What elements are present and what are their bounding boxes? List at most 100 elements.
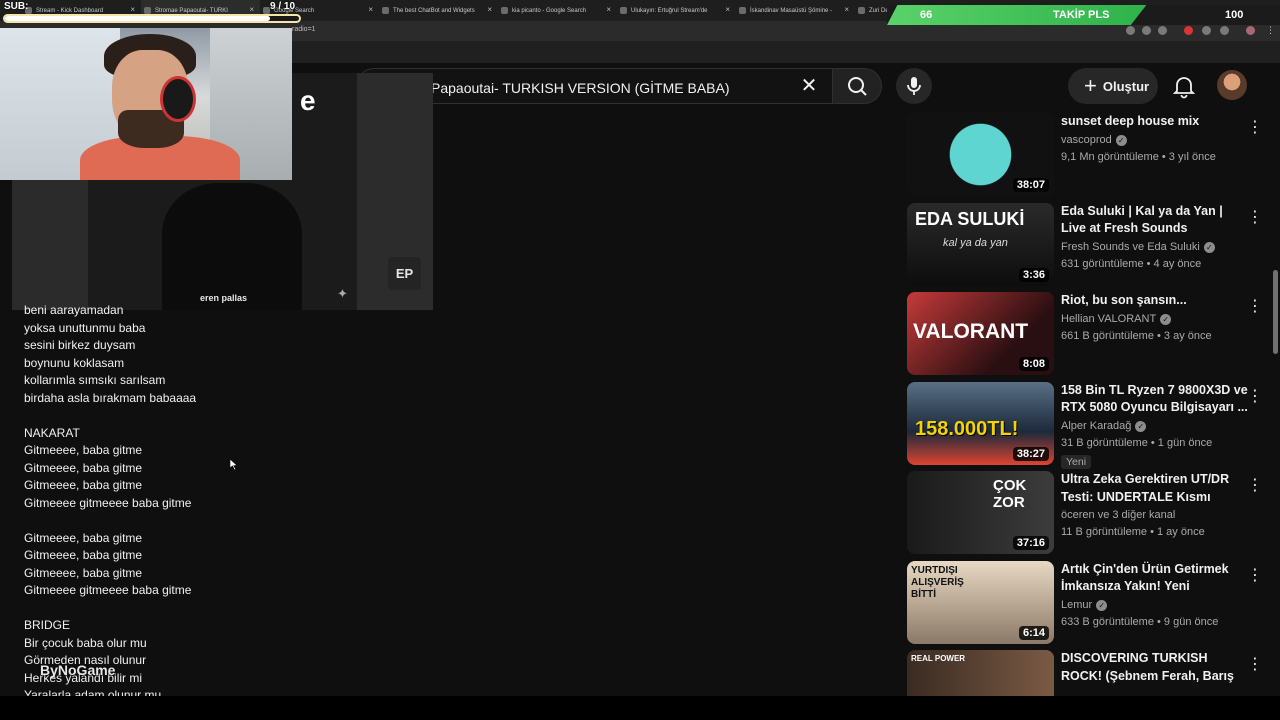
channel-name-text: öceren ve 3 diğer kanal: [1061, 509, 1176, 521]
channel-name[interactable]: Alper Karadağ ✓: [1061, 418, 1251, 435]
video-title[interactable]: DISCOVERING TURKISH ROCK! (Şebnem Ferah,…: [1061, 650, 1251, 685]
video-title[interactable]: 158 Bin TL Ryzen 7 9800X3D ve RTX 5080 O…: [1061, 382, 1251, 417]
more-actions-icon[interactable]: ⋮: [1247, 298, 1263, 316]
sub-goal-label: SUB:: [4, 1, 29, 12]
video-meta: Riot, bu son şansın... Hellian VALORANT ✓ 6…: [1061, 292, 1251, 345]
profile-avatar-icon[interactable]: [1246, 26, 1255, 35]
video-thumbnail[interactable]: REAL POWER: [907, 650, 1054, 696]
lyrics-line: yoksa unuttunmu baba: [24, 320, 146, 335]
verified-check-icon: ✓: [1135, 420, 1147, 432]
thumbnail-text: YURTDIŞI ALIŞVERİŞ BİTTİ: [911, 564, 964, 600]
channel-name[interactable]: Lemur ✓: [1061, 597, 1251, 614]
notifications-button[interactable]: [1166, 68, 1202, 104]
recommended-video[interactable]: EDA SULUKİ kal ya da yan 3:36 Eda Suluki | …: [907, 202, 1277, 287]
tab-favicon-icon: [739, 7, 746, 14]
video-thumbnail[interactable]: YURTDIŞI ALIŞVERİŞ BİTTİ 6:14: [907, 560, 1054, 644]
video-thumbnail[interactable]: 38:07: [907, 113, 1054, 196]
video-meta: DISCOVERING TURKISH ROCK! (Şebnem Ferah,…: [1061, 650, 1251, 685]
verified-check-icon: ✓: [1203, 241, 1215, 253]
lyrics-text: beni aarayamadan yoksa unuttunmu baba sesi…: [24, 302, 424, 696]
more-actions-icon[interactable]: ⋮: [1247, 119, 1263, 137]
more-actions-icon[interactable]: ⋮: [1247, 388, 1263, 406]
lyrics-line: Gitmeeee, baba gitme: [24, 460, 143, 475]
zoom-icon[interactable]: [1126, 26, 1135, 35]
bell-icon: [1172, 77, 1196, 99]
video-meta: Artık Çin'den Ürün Getirmek İmkansıza Ya…: [1061, 561, 1251, 631]
channel-watermark-badge[interactable]: EP: [388, 257, 421, 290]
video-thumbnail[interactable]: ÇOK ZOR 37:16: [907, 471, 1054, 554]
video-thumbnail[interactable]: VALORANT 8:08: [907, 292, 1054, 375]
video-title[interactable]: Ultra Zeka Gerektiren UT/DR Testi: UNDER…: [1061, 471, 1251, 506]
video-title[interactable]: sunset deep house mix: [1061, 113, 1251, 131]
search-icon: [848, 77, 867, 96]
recommendations-sidebar: 38:07 sunset deep house mix vascoprod ✓ 9,1 …: [893, 109, 1280, 696]
browser-tab[interactable]: kia picanto - Google Search ×: [498, 0, 617, 21]
voice-search-button[interactable]: [896, 68, 932, 104]
thumbnail-text: 158.000TL!: [915, 417, 1019, 440]
channel-name-text: Alper Karadağ: [1061, 419, 1132, 432]
tab-title: The best ChatBot and Widgets: [393, 7, 475, 14]
channel-name[interactable]: vascoprod ✓: [1061, 132, 1251, 149]
account-avatar[interactable]: [1217, 70, 1247, 100]
mouse-cursor-icon: [230, 459, 238, 471]
sparkle-icon: ✦: [337, 286, 348, 301]
clear-search-icon[interactable]: ✕: [797, 76, 821, 98]
search-button[interactable]: [832, 68, 882, 104]
video-logo-fragment: e: [300, 85, 316, 116]
tab-close-icon[interactable]: ×: [606, 5, 611, 14]
more-actions-icon[interactable]: ⋮: [1247, 567, 1263, 585]
tab-close-icon[interactable]: ×: [368, 5, 373, 14]
sub-goal-count: 9 / 10: [270, 1, 296, 12]
video-duration: 3:36: [1018, 267, 1049, 282]
create-button[interactable]: + Oluştur: [1068, 68, 1158, 104]
bookmark-star-icon[interactable]: [1158, 26, 1167, 35]
video-duration: 6:14: [1018, 625, 1049, 640]
more-actions-icon[interactable]: ⋮: [1247, 656, 1263, 674]
recommended-video[interactable]: ÇOK ZOR 37:16 Ultra Zeka Gerektiren UT/DR …: [907, 471, 1277, 555]
tab-close-icon[interactable]: ×: [725, 5, 730, 14]
lyrics-line: Gitmeeee gitmeeee baba gitme: [24, 495, 192, 510]
tab-close-icon[interactable]: ×: [844, 5, 849, 14]
extension-icon[interactable]: [1184, 26, 1193, 35]
extensions-puzzle-icon[interactable]: [1202, 26, 1211, 35]
video-meta: Ultra Zeka Gerektiren UT/DR Testi: UNDER…: [1061, 471, 1251, 541]
lyrics-line: sesini birkez duysam: [24, 338, 136, 352]
lyrics-line: NAKARAT: [24, 425, 80, 440]
share-icon[interactable]: [1142, 26, 1151, 35]
thumbnail-text: EDA SULUKİ: [915, 208, 1025, 229]
channel-name[interactable]: öceren ve 3 diğer kanal: [1061, 507, 1251, 524]
recommended-video[interactable]: 158.000TL! 38:27 158 Bin TL Ryzen 7 9800X3…: [907, 381, 1277, 469]
sub-goal-overlay: SUB: 9 / 10: [0, 0, 302, 28]
video-title[interactable]: Artık Çin'den Ürün Getirmek İmkansıza Ya…: [1061, 561, 1251, 596]
search-query[interactable]: Papaoutai- TURKISH VERSION (GİTME BABA): [431, 80, 730, 96]
recommended-video[interactable]: YURTDIŞI ALIŞVERİŞ BİTTİ 6:14 Artık Çin'de…: [907, 560, 1277, 645]
sidebar-scrollbar[interactable]: [1273, 270, 1278, 354]
channel-name[interactable]: Fresh Sounds ve Eda Suluki ✓: [1061, 239, 1251, 256]
download-icon[interactable]: [1220, 26, 1229, 35]
verified-check-icon: ✓: [1096, 599, 1108, 611]
more-actions-icon[interactable]: ⋮: [1247, 477, 1263, 495]
video-title[interactable]: Eda Suluki | Kal ya da Yan | Live at Fre…: [1061, 203, 1251, 238]
video-duration: 37:16: [1012, 536, 1049, 550]
browser-menu-icon[interactable]: ⋮: [1266, 26, 1275, 35]
channel-name[interactable]: Hellian VALORANT ✓: [1061, 311, 1251, 328]
recommended-video[interactable]: REAL POWER DISCOVERING TURKISH ROCK! (Şeb…: [907, 650, 1277, 696]
recommended-video[interactable]: VALORANT 8:08 Riot, bu son şansın... Hellia…: [907, 292, 1277, 376]
tab-title: kia picanto - Google Search: [512, 7, 587, 14]
video-title[interactable]: Riot, bu son şansın...: [1061, 292, 1251, 310]
lyrics-line: Gitmeeee, baba gitme: [24, 478, 143, 492]
plus-icon: +: [1084, 73, 1097, 98]
bottom-strip: [0, 696, 1280, 720]
sub-goal-progress: [3, 14, 301, 23]
tab-favicon-icon: [382, 7, 389, 14]
thumbnail-text: ÇOK ZOR: [993, 477, 1027, 511]
browser-tab[interactable]: Ulukayın: Ertuğrul Stream'de ×: [617, 0, 736, 21]
browser-tab[interactable]: İskandinav Masaüstü Şömine - ×: [736, 0, 855, 21]
video-thumbnail[interactable]: 158.000TL! 38:27: [907, 381, 1054, 465]
tab-close-icon[interactable]: ×: [487, 5, 492, 14]
tab-title: Ulukayın: Ertuğrul Stream'de: [631, 7, 708, 14]
video-thumbnail[interactable]: EDA SULUKİ kal ya da yan 3:36: [907, 202, 1054, 286]
browser-tab[interactable]: The best ChatBot and Widgets ×: [379, 0, 498, 21]
more-actions-icon[interactable]: ⋮: [1247, 209, 1263, 227]
recommended-video[interactable]: 38:07 sunset deep house mix vascoprod ✓ 9,1 …: [907, 113, 1277, 197]
